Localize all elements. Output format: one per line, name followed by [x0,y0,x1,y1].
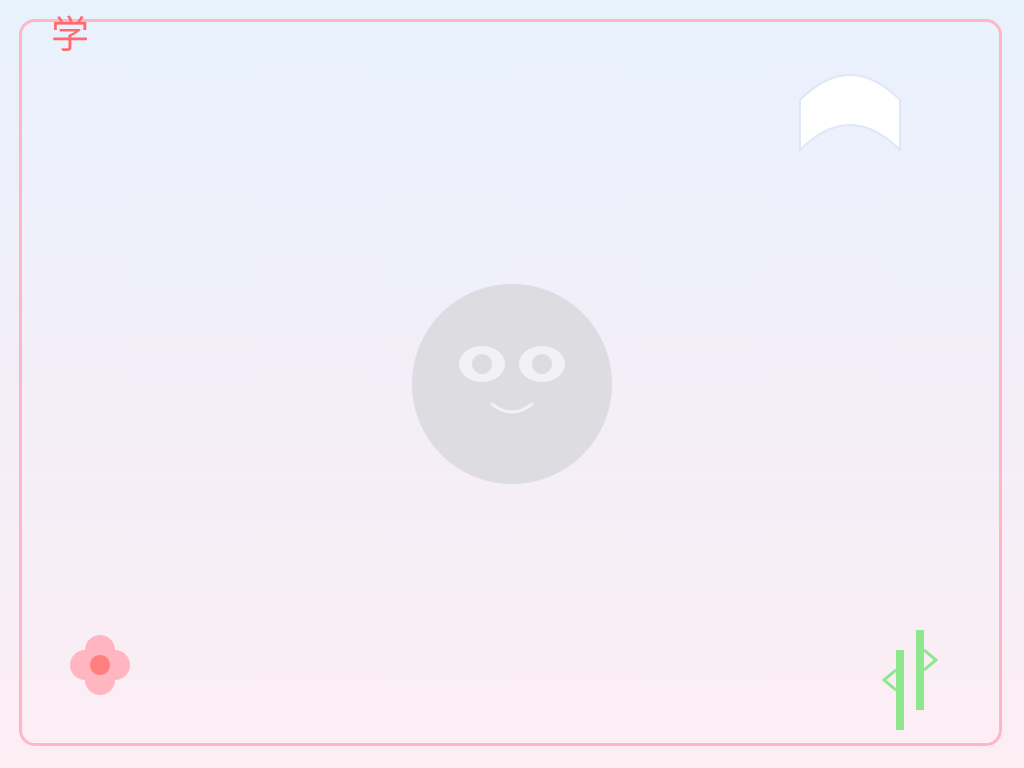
flower-icon [70,635,130,695]
illustration-layer [70,74,939,730]
open-book-icon [799,74,901,153]
bamboo-icon [881,630,939,730]
smiling-face-icon [412,284,612,484]
